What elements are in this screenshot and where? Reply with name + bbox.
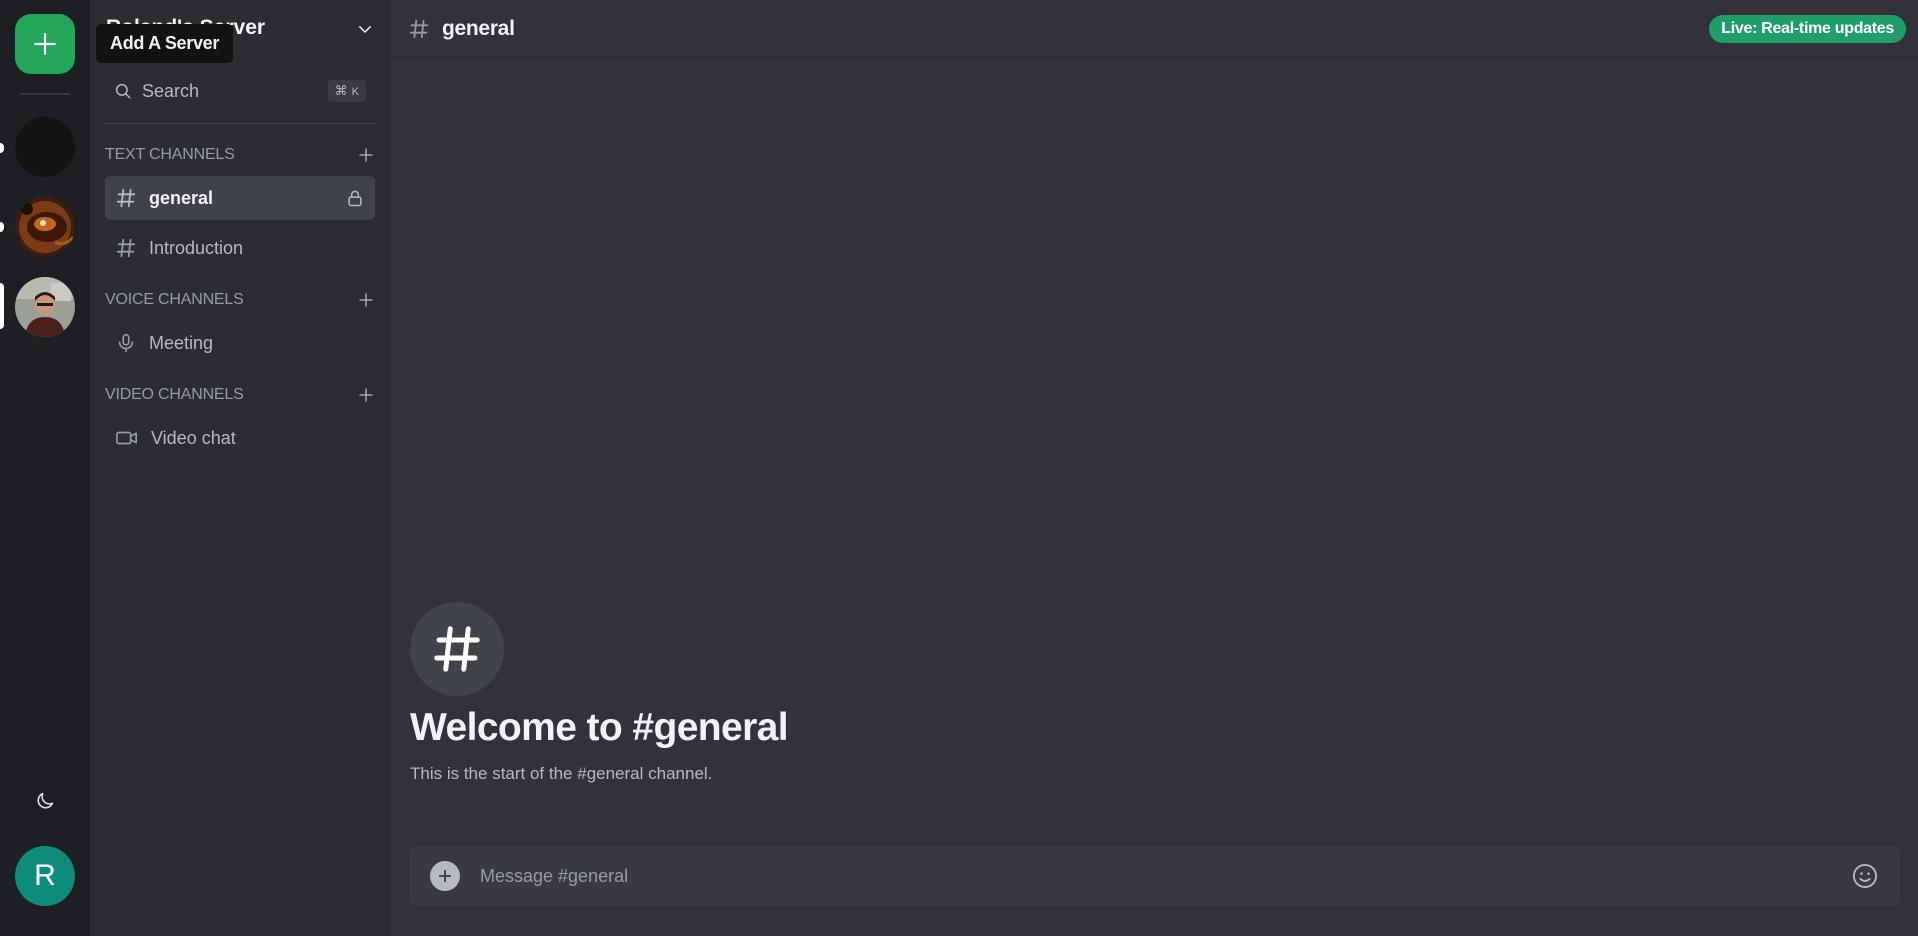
user-initial: R bbox=[34, 859, 56, 892]
hash-icon bbox=[434, 626, 480, 672]
welcome-subtitle: This is the start of the #general channe… bbox=[410, 764, 713, 783]
server-unread-indicator bbox=[0, 222, 4, 232]
add-voice-channel-button[interactable] bbox=[356, 290, 376, 310]
search-icon bbox=[115, 83, 131, 99]
moon-icon bbox=[37, 792, 54, 809]
search-shortcut: ⌘ K bbox=[327, 80, 366, 102]
server-icon-dark[interactable] bbox=[15, 117, 75, 177]
plus-icon bbox=[359, 293, 373, 307]
command-symbol: ⌘ bbox=[334, 83, 348, 98]
plus-icon bbox=[438, 869, 452, 883]
hash-icon bbox=[116, 188, 136, 208]
channel-welcome-icon bbox=[410, 602, 504, 696]
microphone-icon bbox=[118, 333, 134, 353]
hash-icon bbox=[116, 238, 136, 258]
hash-icon bbox=[409, 19, 429, 38]
channel-label: general bbox=[149, 187, 214, 208]
add-server-tooltip: Add A Server bbox=[96, 24, 234, 63]
channel-sidebar: Roland's Server Search ⌘K Text Channels … bbox=[90, 0, 390, 936]
theme-toggle-button[interactable] bbox=[30, 786, 60, 816]
section-title-text: Video Channels bbox=[105, 386, 244, 403]
search-label: Search bbox=[142, 80, 200, 101]
server-unread-indicator bbox=[0, 143, 4, 153]
add-server-button[interactable] bbox=[15, 14, 75, 74]
channel-label: Meeting bbox=[149, 332, 214, 353]
plus-icon bbox=[359, 148, 373, 162]
profile-image bbox=[15, 277, 75, 337]
section-title-text: Voice Channels bbox=[105, 291, 244, 308]
user-avatar[interactable]: R bbox=[15, 846, 75, 906]
plus-icon bbox=[359, 388, 373, 402]
channel-title: general bbox=[442, 16, 515, 40]
live-status-badge: Live: Real-time updates bbox=[1709, 14, 1906, 43]
chevron-down-icon bbox=[359, 26, 371, 34]
channel-meeting[interactable]: Meeting bbox=[105, 321, 375, 365]
server-icon-food[interactable] bbox=[15, 197, 75, 257]
text-channels-header: Text Channels bbox=[105, 145, 376, 165]
shortcut-key: K bbox=[351, 86, 359, 98]
add-text-channel-button[interactable] bbox=[356, 145, 376, 165]
rail-divider bbox=[20, 93, 70, 95]
chat-main: general Live: Real-time updates Welcome … bbox=[390, 0, 1918, 936]
server-icon-profile[interactable] bbox=[15, 277, 75, 337]
sidebar-divider bbox=[104, 123, 376, 124]
search-button[interactable]: Search ⌘ K bbox=[104, 74, 376, 108]
welcome-title: Welcome to #general bbox=[410, 706, 789, 749]
channel-video-chat[interactable]: Video chat bbox=[105, 416, 375, 460]
lock-icon bbox=[348, 190, 362, 207]
add-video-channel-button[interactable] bbox=[356, 385, 376, 405]
smile-icon bbox=[1852, 863, 1878, 889]
server-active-indicator bbox=[0, 283, 4, 329]
emoji-button[interactable] bbox=[1850, 861, 1880, 891]
voice-channels-header: Voice Channels bbox=[105, 290, 376, 310]
channel-header: general Live: Real-time updates bbox=[390, 0, 1918, 58]
section-title-text: Text Channels bbox=[105, 146, 235, 163]
channel-introduction[interactable]: Introduction bbox=[105, 226, 375, 270]
server-rail: R bbox=[0, 0, 90, 936]
channel-label: Introduction bbox=[149, 237, 244, 258]
channel-label: Video chat bbox=[151, 427, 236, 448]
channel-general[interactable]: general bbox=[105, 176, 375, 220]
video-channels-header: Video Channels bbox=[105, 385, 376, 405]
message-input[interactable] bbox=[480, 865, 1850, 887]
video-camera-icon bbox=[116, 431, 137, 445]
food-image bbox=[15, 197, 75, 257]
message-composer bbox=[410, 846, 1900, 906]
plus-icon bbox=[34, 33, 56, 55]
attach-button[interactable] bbox=[430, 861, 460, 891]
